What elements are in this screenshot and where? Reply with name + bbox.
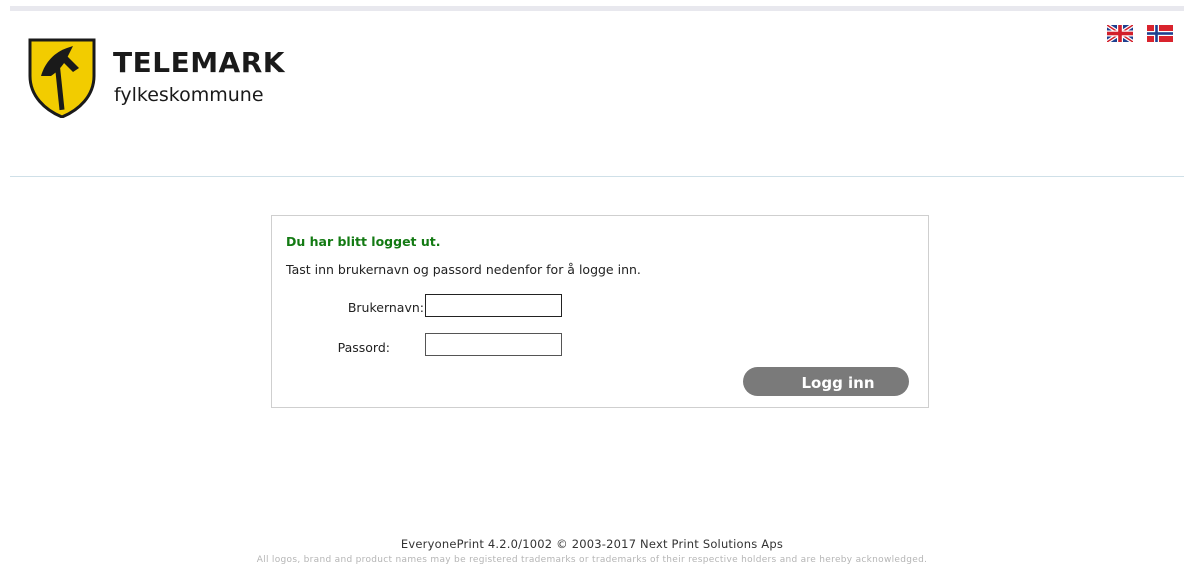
username-label: Brukernavn: [347, 300, 424, 315]
header-divider [10, 176, 1184, 177]
login-instruction: Tast inn brukernavn og passord nedenfor … [286, 262, 641, 277]
telemark-logo: TELEMARK fylkeskommune [27, 38, 297, 120]
uk-flag-icon[interactable] [1107, 25, 1133, 42]
login-panel: Du har blitt logget ut. Tast inn brukern… [271, 215, 929, 408]
brand-name: TELEMARK [113, 46, 285, 79]
password-input[interactable] [425, 333, 562, 356]
login-button[interactable]: Logg inn [743, 367, 909, 396]
telemark-shield-icon [28, 38, 96, 118]
top-strip [10, 6, 1184, 11]
username-input[interactable] [425, 294, 562, 317]
footer-version: EveryonePrint 4.2.0/1002 © 2003-2017 Nex… [400, 537, 784, 551]
logout-message: Du har blitt logget ut. [286, 234, 441, 249]
password-label: Passord: [337, 340, 390, 355]
norway-flag-icon[interactable] [1147, 25, 1173, 42]
brand-subtitle: fylkeskommune [114, 84, 264, 106]
footer-legal: All logos, brand and product names may b… [256, 555, 928, 565]
